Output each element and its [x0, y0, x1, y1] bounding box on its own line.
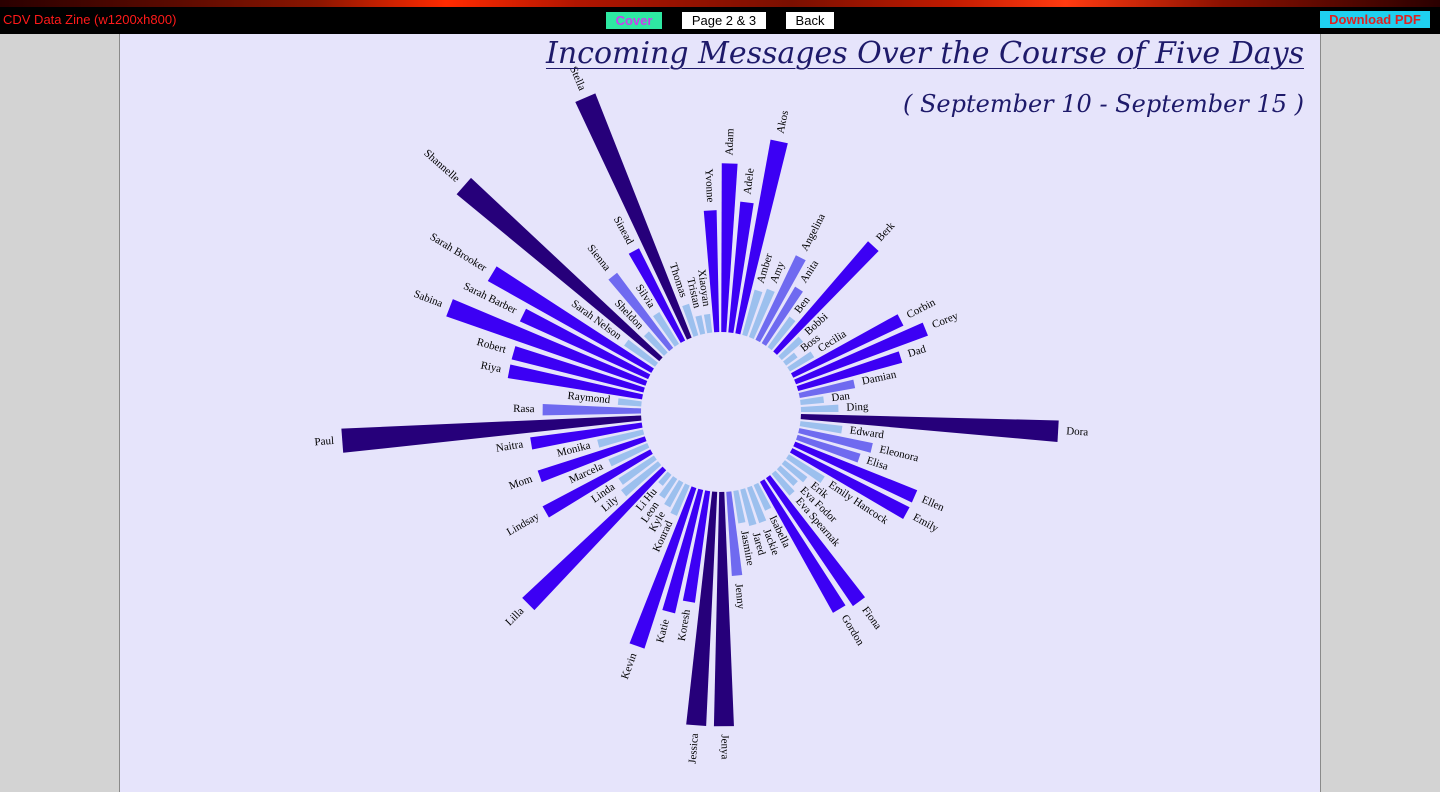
chart-subtitle: ( September 10 - September 15 ) [903, 90, 1304, 118]
bar-label-shannelle: Shannelle [421, 147, 462, 185]
site-title: CDV Data Zine (w1200xh800) [3, 12, 177, 27]
bar-label-lilla: Lilla [503, 605, 526, 628]
zine-page: Adam Adele Akos Amber Amy Angelina Anita Ben Ber… [119, 34, 1321, 792]
bar-label-ellen: Ellen [920, 494, 947, 514]
bar-label-yvonne: Yvonne [702, 168, 716, 202]
bar-label-akos: Akos [775, 109, 792, 134]
bar-label-fiona: Fiona [859, 604, 884, 631]
bar-label-sienna: Sienna [585, 242, 613, 273]
bar-raymond[interactable] [617, 398, 642, 407]
bar-label-angelina: Angelina [799, 212, 828, 253]
radial-bar-chart: AdamAdeleAkosAmberAmyAngelinaAnitaBenBer… [314, 65, 1089, 765]
download-pdf-button[interactable]: Download PDF [1320, 11, 1430, 28]
bar-label-jenya: Jenya [718, 734, 730, 759]
bar-label-dora: Dora [1066, 425, 1089, 438]
cover-button[interactable]: Cover [606, 12, 662, 29]
bar-label-ding: Ding [846, 401, 869, 414]
bar-label-edward: Edward [849, 424, 885, 441]
bar-label-elisa: Elisa [865, 455, 890, 473]
bar-label-katie: Katie [654, 618, 672, 644]
bar-label-jessica: Jessica [687, 733, 701, 765]
bar-label-robert: Robert [475, 336, 507, 356]
bar-label-corbin: Corbin [905, 296, 938, 321]
bar-label-naitra: Naitra [495, 438, 524, 454]
bar-label-adele: Adele [742, 167, 757, 195]
bar-label-lindsay: Lindsay [505, 510, 542, 538]
bar-label-berk: Berk [874, 220, 898, 244]
bar-label-mom: Mom [507, 473, 534, 492]
bar-label-paul: Paul [314, 435, 334, 448]
bar-label-kevin: Kevin [619, 651, 640, 681]
bar-label-corey: Corey [930, 310, 960, 331]
bar-xiaoyan[interactable] [703, 313, 713, 334]
back-button[interactable]: Back [786, 12, 834, 29]
bar-rasa[interactable] [542, 404, 642, 416]
bar-label-sarah-brooker: Sarah Brooker [428, 231, 489, 274]
bar-label-sabina: Sabina [412, 288, 444, 310]
bar-label-emily: Emily [911, 511, 941, 535]
bar-dan[interactable] [800, 396, 825, 405]
bar-label-rasa: Rasa [513, 403, 535, 415]
header-flame-banner [0, 0, 1440, 7]
top-bar: CDV Data Zine (w1200xh800) Cover Page 2 … [0, 0, 1440, 34]
bar-label-koresh: Koresh [676, 608, 693, 642]
bar-label-adam: Adam [723, 128, 736, 156]
bar-label-dad: Dad [906, 343, 928, 360]
page-indicator-button[interactable]: Page 2 & 3 [682, 12, 766, 29]
bar-label-jenny: Jenny [732, 583, 746, 610]
chart-title: Incoming Messages Over the Course of Fiv… [545, 36, 1304, 71]
bar-label-riya: Riya [480, 359, 503, 375]
bar-label-gordon: Gordon [839, 613, 867, 648]
bar-ding[interactable] [800, 404, 839, 413]
